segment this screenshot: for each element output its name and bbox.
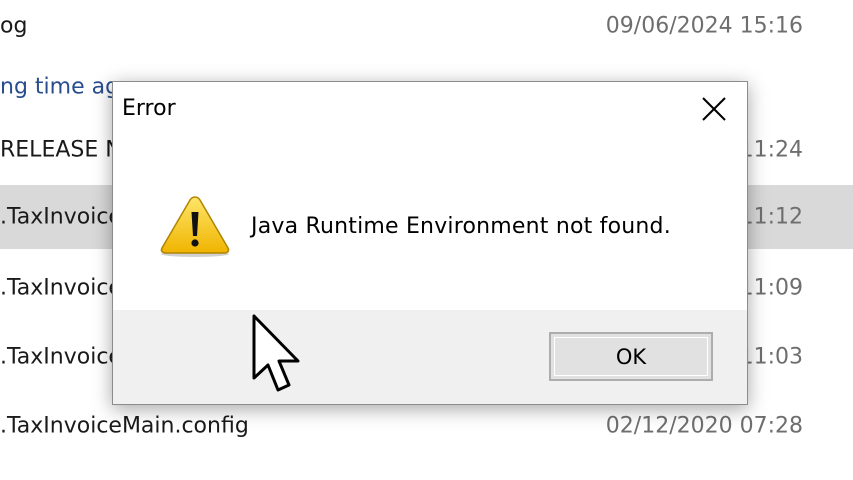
close-icon <box>702 97 726 121</box>
file-name: .TaxInvoiceMain.config <box>0 413 249 439</box>
ok-button[interactable]: OK <box>549 332 713 381</box>
file-date: 11:12 <box>739 204 803 230</box>
file-name: .TaxInvoice <box>0 275 122 301</box>
dialog-footer: OK <box>113 310 747 404</box>
dialog-body: Java Runtime Environment not found. <box>113 136 747 310</box>
file-name: og <box>0 13 28 39</box>
file-name: .TaxInvoice <box>0 204 122 230</box>
file-date: 11:24 <box>739 137 803 163</box>
error-message: Java Runtime Environment not found. <box>251 214 671 239</box>
dialog-title: Error <box>122 96 176 121</box>
dialog-titlebar[interactable]: Error <box>113 82 747 136</box>
warning-icon <box>160 196 230 257</box>
file-date: 11:03 <box>739 344 803 370</box>
file-row[interactable]: og 09/06/2024 15:16 <box>0 0 853 58</box>
group-header-label: ng time ag <box>0 74 120 100</box>
close-button[interactable] <box>681 82 747 136</box>
file-name: RELEASE N <box>0 137 122 163</box>
file-date: 02/12/2020 07:28 <box>605 413 803 439</box>
file-date: 11:09 <box>739 275 803 301</box>
file-date: 09/06/2024 15:16 <box>605 13 803 39</box>
file-name: .TaxInvoice <box>0 344 122 370</box>
mouse-pointer-icon <box>252 314 300 392</box>
error-dialog: Error Java Runtime Environment not found… <box>112 81 748 405</box>
